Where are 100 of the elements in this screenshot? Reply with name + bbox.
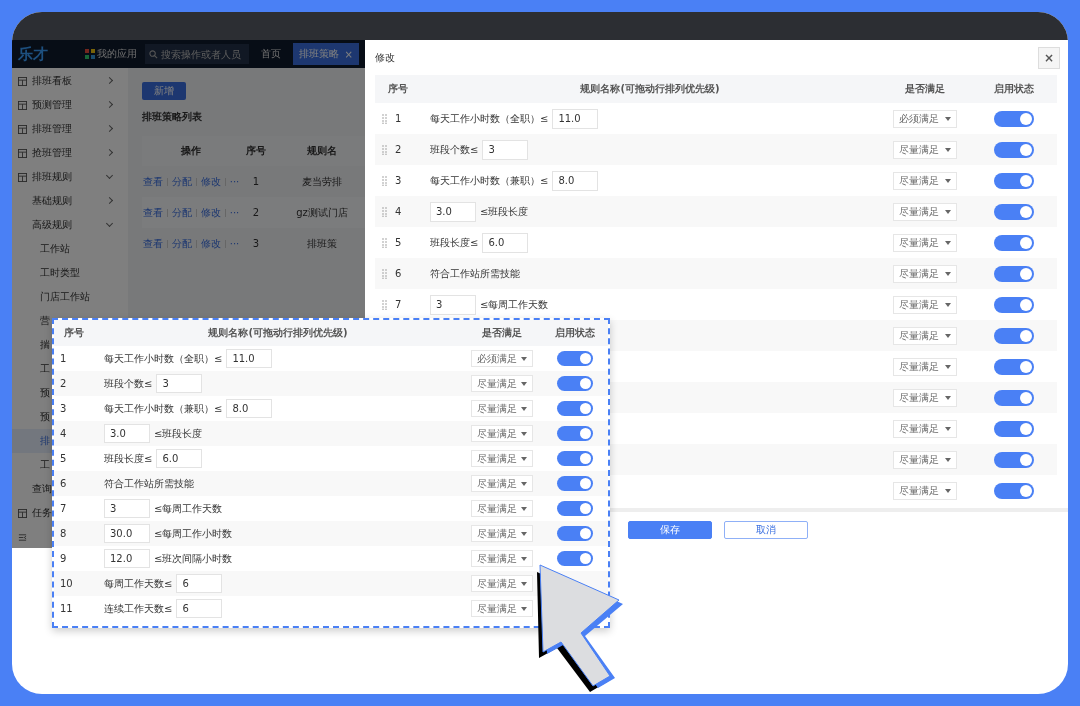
menu-item[interactable]: 排班看板: [32, 74, 72, 88]
app-grid-icon[interactable]: [84, 49, 95, 59]
menu-item[interactable]: 排班规则: [32, 170, 72, 184]
satisfy-dropdown[interactable]: 尽量满足: [471, 450, 533, 467]
rule-text: 班段个数≤: [104, 376, 153, 391]
drag-handle-icon[interactable]: [382, 237, 387, 248]
value-field[interactable]: 11.0: [226, 349, 273, 368]
value-field[interactable]: 30.0: [104, 524, 150, 543]
toggle-switch[interactable]: [993, 451, 1034, 468]
value-field[interactable]: 3: [104, 499, 150, 518]
menu-item[interactable]: 任务: [32, 506, 52, 520]
caret-icon: [945, 364, 951, 369]
toggle-switch[interactable]: [557, 526, 593, 541]
toggle-switch[interactable]: [993, 420, 1034, 437]
satisfy-dropdown[interactable]: 尽量满足: [471, 600, 533, 617]
toggle-switch[interactable]: [993, 203, 1034, 220]
satisfy-dropdown[interactable]: 必须满足: [893, 109, 957, 128]
toggle-switch[interactable]: [993, 141, 1034, 158]
collapse-icon[interactable]: [18, 532, 27, 542]
satisfy-dropdown[interactable]: 尽量满足: [893, 233, 957, 252]
caret-icon: [945, 457, 951, 462]
footer-button[interactable]: 取消: [724, 521, 808, 539]
footer-button[interactable]: 保存: [628, 521, 712, 539]
satisfy-dropdown[interactable]: 尽量满足: [893, 171, 957, 190]
toggle-switch[interactable]: [993, 296, 1034, 313]
caret-icon: [945, 178, 951, 183]
toggle-switch[interactable]: [993, 265, 1034, 282]
drag-handle-icon[interactable]: [382, 175, 387, 186]
modal-title: 修改: [375, 50, 395, 65]
value-field[interactable]: 3.0: [104, 424, 150, 443]
toggle-switch[interactable]: [557, 551, 593, 566]
satisfy-dropdown[interactable]: 尽量满足: [471, 375, 533, 392]
satisfy-dropdown[interactable]: 尽量满足: [471, 550, 533, 567]
drag-handle-icon[interactable]: [382, 268, 387, 279]
satisfy-dropdown[interactable]: 尽量满足: [893, 450, 957, 469]
satisfy-dropdown[interactable]: 必须满足: [471, 350, 533, 367]
drag-handle-icon[interactable]: [382, 113, 387, 124]
row-number: 2: [60, 378, 67, 389]
menu-item[interactable]: 预测管理: [32, 98, 72, 112]
menu-item[interactable]: 工时类型: [12, 261, 128, 285]
toggle-switch[interactable]: [557, 376, 593, 391]
value-field[interactable]: 3: [482, 139, 529, 160]
logo: 乐才: [18, 44, 49, 64]
value-field[interactable]: 3.0: [430, 201, 476, 222]
value-field[interactable]: 3: [156, 374, 203, 393]
satisfy-dropdown[interactable]: 尽量满足: [471, 500, 533, 517]
value-field[interactable]: 6: [176, 574, 223, 593]
toggle-switch[interactable]: [557, 476, 593, 491]
toggle-switch[interactable]: [557, 451, 593, 466]
value-field[interactable]: 6.0: [482, 232, 529, 253]
search-field[interactable]: 搜索操作或者人员: [144, 44, 249, 64]
value-field[interactable]: 8.0: [552, 170, 599, 191]
satisfy-dropdown[interactable]: 尽量满足: [471, 400, 533, 417]
value-field[interactable]: 12.0: [104, 549, 150, 568]
satisfy-dropdown[interactable]: 尽量满足: [893, 140, 957, 159]
satisfy-dropdown[interactable]: 尽量满足: [893, 357, 957, 376]
toggle-switch[interactable]: [993, 482, 1034, 499]
apps-link[interactable]: 我的应用: [96, 47, 137, 61]
menu-item[interactable]: 工作站: [12, 237, 128, 261]
toggle-switch[interactable]: [557, 401, 593, 416]
close-button[interactable]: ×: [1038, 46, 1060, 69]
toggle-switch[interactable]: [993, 234, 1034, 251]
row-number: 7: [60, 503, 67, 514]
satisfy-dropdown[interactable]: 尽量满足: [893, 419, 957, 438]
menu-item[interactable]: 排班管理: [32, 122, 72, 136]
menu-grid-icon: [18, 100, 27, 110]
satisfy-dropdown[interactable]: 尽量满足: [893, 481, 957, 500]
satisfy-dropdown[interactable]: 尽量满足: [893, 295, 957, 314]
value-field[interactable]: 11.0: [552, 108, 599, 129]
toggle-switch[interactable]: [993, 110, 1034, 127]
satisfy-dropdown[interactable]: 尽量满足: [471, 425, 533, 442]
nav-tab[interactable]: 首页: [256, 43, 285, 65]
satisfy-dropdown[interactable]: 尽量满足: [471, 475, 533, 492]
menu-item[interactable]: 基础规则: [32, 194, 72, 208]
satisfy-dropdown[interactable]: 尽量满足: [893, 202, 957, 221]
drag-handle-icon[interactable]: [382, 144, 387, 155]
menu-grid-icon: [18, 76, 27, 86]
toggle-switch[interactable]: [993, 358, 1034, 375]
value-field[interactable]: 6: [176, 599, 223, 618]
toggle-switch[interactable]: [993, 389, 1034, 406]
menu-item[interactable]: 高级规则: [32, 218, 72, 232]
value-field[interactable]: 8.0: [226, 399, 273, 418]
drag-handle-icon[interactable]: [382, 299, 387, 310]
menu-item[interactable]: 查询: [32, 482, 52, 496]
toggle-switch[interactable]: [993, 327, 1034, 344]
menu-item[interactable]: 门店工作站: [12, 285, 128, 309]
drag-handle-icon[interactable]: [382, 206, 387, 217]
value-field[interactable]: 3: [430, 294, 476, 315]
caret-icon: [945, 395, 951, 400]
satisfy-dropdown[interactable]: 尽量满足: [471, 525, 533, 542]
value-field[interactable]: 6.0: [156, 449, 203, 468]
satisfy-dropdown[interactable]: 尽量满足: [893, 264, 957, 283]
toggle-switch[interactable]: [993, 172, 1034, 189]
toggle-switch[interactable]: [557, 426, 593, 441]
satisfy-dropdown[interactable]: 尽量满足: [893, 326, 957, 345]
menu-item[interactable]: 抢班管理: [32, 146, 72, 160]
satisfy-dropdown[interactable]: 尽量满足: [471, 575, 533, 592]
satisfy-dropdown[interactable]: 尽量满足: [893, 388, 957, 407]
toggle-switch[interactable]: [557, 501, 593, 516]
toggle-switch[interactable]: [557, 351, 593, 366]
